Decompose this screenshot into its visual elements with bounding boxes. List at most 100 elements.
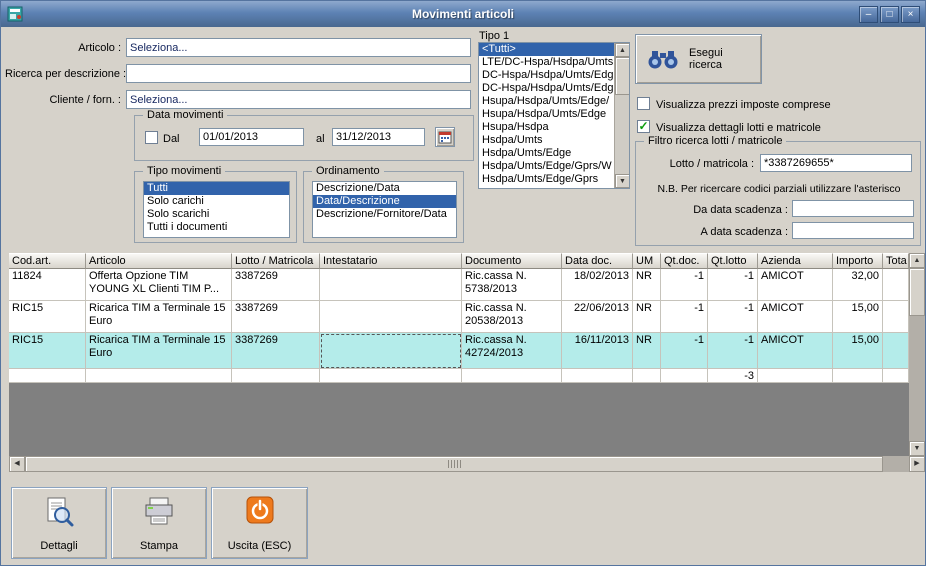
ordinamento-title: Ordinamento bbox=[312, 165, 384, 178]
scroll-up-icon[interactable]: ▲ bbox=[909, 253, 925, 268]
uscita-label: Uscita (ESC) bbox=[227, 540, 292, 552]
ricerca-descrizione-input[interactable] bbox=[126, 64, 471, 83]
tipo1-item[interactable]: Hsupa/Hsdpa/Umts/Edge bbox=[479, 108, 614, 121]
cell-qt-lotto: -1 bbox=[708, 269, 758, 301]
calendar-button[interactable] bbox=[435, 127, 455, 147]
tipo1-item[interactable]: Hsdpa/Umts bbox=[479, 134, 614, 147]
table-header-row: Cod.art. Articolo Lotto / Matricola Inte… bbox=[9, 253, 909, 269]
scroll-up-icon[interactable]: ▲ bbox=[615, 43, 629, 57]
dettagli-lotti-checkbox[interactable]: ✓ bbox=[637, 120, 650, 133]
al-label: al bbox=[316, 133, 325, 145]
list-item-solo-scarichi[interactable]: Solo scarichi bbox=[144, 208, 289, 221]
table-row[interactable]: RIC15 Ricarica TIM a Terminale 15 Euro 3… bbox=[9, 301, 909, 333]
da-data-scadenza-input[interactable] bbox=[792, 200, 914, 217]
horizontal-scroll-thumb[interactable] bbox=[25, 456, 883, 472]
table-horizontal-scrollbar[interactable]: ◀ ▶ bbox=[9, 456, 925, 472]
uscita-button[interactable]: Uscita (ESC) bbox=[211, 487, 308, 559]
tipo1-item[interactable]: <Tutti> bbox=[479, 43, 614, 56]
scroll-right-icon[interactable]: ▶ bbox=[909, 456, 925, 472]
column-header-data-doc[interactable]: Data doc. bbox=[562, 253, 633, 269]
tipo1-scrollbar[interactable]: ▲ ▼ bbox=[614, 43, 629, 188]
table-row-selected[interactable]: RIC15 Ricarica TIM a Terminale 15 Euro 3… bbox=[9, 333, 909, 369]
prezzi-imposte-checkbox[interactable] bbox=[637, 97, 650, 110]
list-item-solo-carichi[interactable]: Solo carichi bbox=[144, 195, 289, 208]
scroll-down-icon[interactable]: ▼ bbox=[909, 441, 925, 456]
cell-intestatario-focused[interactable] bbox=[320, 333, 462, 369]
cell-lotto: 3387269 bbox=[232, 333, 320, 369]
results-table: Cod.art. Articolo Lotto / Matricola Inte… bbox=[9, 253, 909, 456]
list-item-tutti-documenti[interactable]: Tutti i documenti bbox=[144, 221, 289, 234]
cell-lotto: 3387269 bbox=[232, 269, 320, 301]
cell-articolo: Ricarica TIM a Terminale 15 Euro bbox=[86, 333, 232, 369]
list-item-descrizione-data[interactable]: Descrizione/Data bbox=[313, 182, 456, 195]
tipo1-item[interactable]: Hsdpa/Umts/Edge/Gprs/W bbox=[479, 160, 614, 173]
vertical-scroll-thumb[interactable] bbox=[909, 268, 925, 316]
column-header-cod-art[interactable]: Cod.art. bbox=[9, 253, 86, 269]
table-row[interactable]: 11824 Offerta Opzione TIM YOUNG XL Clien… bbox=[9, 269, 909, 301]
tipo1-item[interactable]: Hsdpa/Umts/Edge bbox=[479, 147, 614, 160]
tipo1-item[interactable]: LTE/DC-Hspa/Hsdpa/Umts bbox=[479, 56, 614, 69]
tipo1-item[interactable]: Hsdpa/Umts/Edge/Gprs bbox=[479, 173, 614, 186]
filtro-nota: N.B. Per ricercare codici parziali utili… bbox=[657, 183, 901, 195]
cell-importo: 32,00 bbox=[833, 269, 883, 301]
tipo1-item[interactable]: DC-Hspa/Hsdpa/Umts/Edg bbox=[479, 69, 614, 82]
column-header-qt-doc[interactable]: Qt.doc. bbox=[661, 253, 708, 269]
da-data-scadenza-label: Da data scadenza : bbox=[693, 204, 788, 216]
column-header-qt-lotto[interactable]: Qt.lotto bbox=[708, 253, 758, 269]
tipo1-label: Tipo 1 bbox=[479, 30, 510, 42]
cell-empty bbox=[633, 369, 661, 383]
lotto-matricola-label: Lotto / matricola : bbox=[669, 158, 754, 170]
cell-empty bbox=[462, 369, 562, 383]
movimenti-articoli-window: Movimenti articoli – □ × Articolo : Rice… bbox=[0, 0, 926, 566]
minimize-button[interactable]: – bbox=[859, 5, 878, 23]
cell-cod-art: 11824 bbox=[9, 269, 86, 301]
ricerca-descrizione-label: Ricerca per descrizione : bbox=[5, 68, 127, 80]
articolo-input[interactable] bbox=[126, 38, 471, 57]
table-vertical-scrollbar[interactable]: ▲ ▼ bbox=[909, 253, 925, 456]
lotto-matricola-input[interactable] bbox=[760, 154, 912, 172]
dettagli-lotti-label: Visualizza dettagli lotti e matricole bbox=[656, 122, 821, 134]
dettagli-button[interactable]: Dettagli bbox=[11, 487, 107, 559]
list-item-descrizione-fornitore-data[interactable]: Descrizione/Fornitore/Data bbox=[313, 208, 456, 221]
tipo1-item[interactable]: Hsupa/Hsdpa/Umts/Edge/ bbox=[479, 95, 614, 108]
esegui-ricerca-button[interactable]: Esegui ricerca bbox=[635, 34, 762, 84]
data-al-input[interactable] bbox=[332, 128, 425, 146]
cliente-forn-input[interactable] bbox=[126, 90, 471, 109]
list-item-tutti[interactable]: Tutti bbox=[144, 182, 289, 195]
tipo1-item[interactable]: Hsupa/Hsdpa bbox=[479, 121, 614, 134]
stampa-button[interactable]: Stampa bbox=[111, 487, 207, 559]
cell-um: NR bbox=[633, 269, 661, 301]
tipo1-scroll-thumb[interactable] bbox=[615, 57, 629, 95]
cell-qt-lotto: -1 bbox=[708, 333, 758, 369]
column-header-articolo[interactable]: Articolo bbox=[86, 253, 232, 269]
titlebar: Movimenti articoli – □ × bbox=[1, 1, 925, 27]
cell-lotto: 3387269 bbox=[232, 301, 320, 333]
scroll-left-icon[interactable]: ◀ bbox=[9, 456, 25, 472]
cell-empty bbox=[232, 369, 320, 383]
cell-importo: 15,00 bbox=[833, 301, 883, 333]
scroll-down-icon[interactable]: ▼ bbox=[615, 174, 629, 188]
column-header-totale[interactable]: Tota bbox=[883, 253, 909, 269]
column-header-importo[interactable]: Importo bbox=[833, 253, 883, 269]
column-header-intestatario[interactable]: Intestatario bbox=[320, 253, 462, 269]
cell-cod-art: RIC15 bbox=[9, 301, 86, 333]
tipo-movimenti-title: Tipo movimenti bbox=[143, 165, 226, 178]
column-header-lotto-matricola[interactable]: Lotto / Matricola bbox=[232, 253, 320, 269]
cell-qt-doc: -1 bbox=[661, 333, 708, 369]
list-item-data-descrizione[interactable]: Data/Descrizione bbox=[313, 195, 456, 208]
cell-totale bbox=[883, 333, 909, 369]
cell-intestatario bbox=[320, 301, 462, 333]
close-button[interactable]: × bbox=[901, 5, 920, 23]
cell-cod-art: RIC15 bbox=[9, 333, 86, 369]
dal-checkbox[interactable] bbox=[145, 131, 158, 144]
cell-empty bbox=[562, 369, 633, 383]
column-header-azienda[interactable]: Azienda bbox=[758, 253, 833, 269]
a-data-scadenza-input[interactable] bbox=[792, 222, 914, 239]
column-header-documento[interactable]: Documento bbox=[462, 253, 562, 269]
cell-empty bbox=[883, 369, 909, 383]
cell-importo: 15,00 bbox=[833, 333, 883, 369]
data-dal-input[interactable] bbox=[199, 128, 304, 146]
maximize-button[interactable]: □ bbox=[880, 5, 899, 23]
tipo1-item[interactable]: DC-Hspa/Hsdpa/Umts/Edg bbox=[479, 82, 614, 95]
column-header-um[interactable]: UM bbox=[633, 253, 661, 269]
